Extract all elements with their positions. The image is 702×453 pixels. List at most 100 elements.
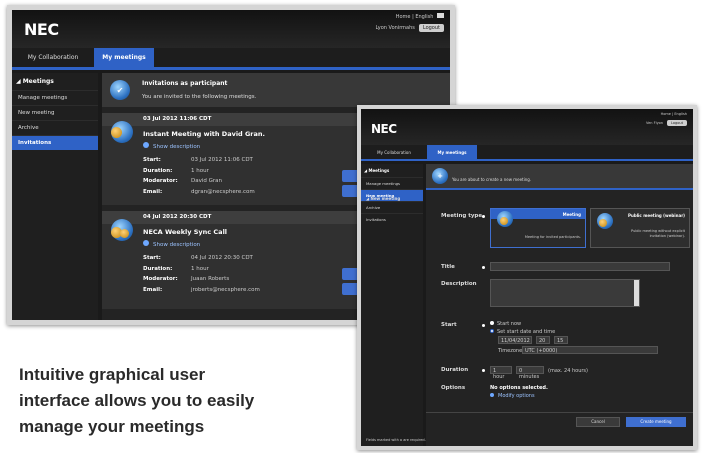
logout-button[interactable]: Logout [418,24,444,32]
meeting-details: Start: 03 Jul 2012 11:06 CDT Duration: 1 h… [143,155,255,197]
banner-title: Invitations as participant [142,80,228,87]
option-description: Meeting for invited participants. [524,235,581,239]
email-value: dgran@necsphere.com [191,188,255,195]
sidebar: ◢ Meetings Manage meetings New meeting A… [361,164,423,446]
section-title: ◢ New meeting [366,196,401,201]
person-icon [599,219,607,227]
start-label: Start [441,322,457,328]
sidebar-item-invitations[interactable]: Invitations [12,135,98,150]
timezone-select[interactable]: UTC (+0000) [522,346,658,354]
caption-line: manage your meetings [19,417,205,436]
duration-label: Duration [441,367,469,373]
duration-hours-select[interactable]: 1 hour [490,366,512,380]
tab-my-meetings[interactable]: My meetings [94,48,154,67]
cancel-button[interactable]: Cancel [576,417,620,427]
invitations-banner: ✔ Invitations as participant You are inv… [102,73,450,107]
triangle-icon: ◢ [16,78,23,85]
duration-value: 1 hour [191,167,209,174]
tab-my-collaboration[interactable]: My Collaboration [361,145,427,159]
language-link[interactable]: Home | English [661,112,687,116]
meeting-title: NECA Weekly Sync Call [143,228,228,236]
start-now-radio[interactable]: Start now [490,321,521,327]
timezone-label: Timezone [498,348,523,354]
description-label: Description [441,281,477,287]
flag-icon [437,13,444,18]
main-panel: + You are about to create a new meeting.… [366,164,693,446]
sidebar-item-manage-meetings[interactable]: Manage meetings [12,90,98,105]
person-icon [120,229,129,238]
nec-logo: NEC [24,20,59,39]
moderator-value: David Gran [191,178,223,184]
show-description-link[interactable]: Show description [143,142,200,150]
sidebar-item-new-meeting[interactable]: New meeting [12,105,98,120]
expand-icon [143,142,149,148]
start-value: 04 Jul 2012 20:30 CDT [191,255,253,261]
duration-note: (max. 24 hours) [548,368,588,374]
new-meeting-banner: + You are about to create a new meeting. [426,164,693,190]
person-icon [111,127,122,138]
divider [426,412,693,413]
duration-value: 1 hour [191,265,209,272]
person-icon [500,217,508,225]
banner-subtitle: You are invited to the following meeting… [142,94,257,100]
moderator-value: Juaan Roberts [191,276,230,282]
required-marker [482,369,485,372]
tab-my-collaboration[interactable]: My Collaboration [12,48,94,67]
top-links: Home | English Lyon Vonirmahs Logout [375,13,444,32]
meeting-title: Instant Meeting with David Gran. [143,130,265,138]
meeting-type-label: Meeting type [441,213,483,219]
minute-select[interactable]: 15 [554,336,568,344]
header-bar: NEC Home | English Lyon Vonirmahs Logout [12,10,450,48]
duration-minutes-select[interactable]: 0 minutes [516,366,544,380]
meeting-type-option[interactable]: Meeting Meeting for invited participants… [490,208,586,248]
start-now-label: Start now [497,321,522,327]
checkmark-globe-icon: ✔ [110,80,130,100]
scrollbar[interactable] [634,280,639,306]
main-tabs: My Collaboration My meetings [12,48,450,70]
set-start-label: Set start date and time [497,329,556,335]
caption-line: Intuitive graphical user [19,365,206,384]
tab-my-meetings[interactable]: My meetings [427,145,477,159]
caption: Intuitive graphical user interface allow… [19,362,339,440]
start-value: 03 Jul 2012 11:06 CDT [191,157,253,163]
sidebar-item-archive[interactable]: Archive [361,201,423,213]
language-link[interactable]: Home | English [396,14,434,20]
description-textarea[interactable] [490,279,640,307]
sidebar-header: ◢ Meetings [364,168,390,173]
modify-options-link[interactable]: Modify options [490,393,535,399]
set-start-radio[interactable]: Set start date and time [490,329,555,335]
sidebar-header: ◢ Meetings [16,78,54,85]
add-globe-icon: + [432,168,448,184]
option-description: Public meeting without explicit invitati… [631,229,685,238]
email-value: jroberts@necsphere.com [191,286,260,293]
new-meeting-screenshot: NEC Home | English Ven Flyon Logout My Co… [357,105,697,450]
expand-icon [143,240,149,246]
main-tabs: My Collaboration My meetings [361,145,693,161]
header-bar: NEC Home | English Ven Flyon Logout [361,109,693,145]
required-marker [482,215,485,218]
hour-select[interactable]: 20 [536,336,550,344]
logout-button[interactable]: Logout [667,120,687,126]
option-title: Public meeting (webinar) [628,213,685,218]
required-marker [482,324,485,327]
top-links: Home | English Ven Flyon Logout [646,112,687,126]
show-description-link[interactable]: Show description [143,240,200,248]
title-input[interactable] [490,262,670,271]
banner-text: You are about to create a new meeting. [452,177,532,182]
user-name: Ven Flyon [645,121,664,125]
public-meeting-option[interactable]: Public meeting (webinar) Public meeting … [590,208,690,248]
options-label: Options [441,385,466,391]
meeting-details: Start: 04 Jul 2012 20:30 CDT Duration: 1 h… [143,253,260,295]
required-marker [482,266,485,269]
caption-line: interface allows you to easily [19,391,255,410]
settings-icon [490,393,494,397]
user-name: Lyon Vonirmahs [375,25,415,31]
sidebar: ◢ Meetings Manage meetings New meeting A… [12,73,98,320]
create-meeting-button[interactable]: Create meeting [626,417,686,427]
date-input[interactable]: 11/04/2012 [498,336,532,344]
sidebar-item-invitations[interactable]: Invitations [361,213,423,225]
title-label: Title [441,264,455,270]
nec-logo: NEC [371,122,397,136]
sidebar-item-manage-meetings[interactable]: Manage meetings [361,177,423,189]
sidebar-item-archive[interactable]: Archive [12,120,98,135]
